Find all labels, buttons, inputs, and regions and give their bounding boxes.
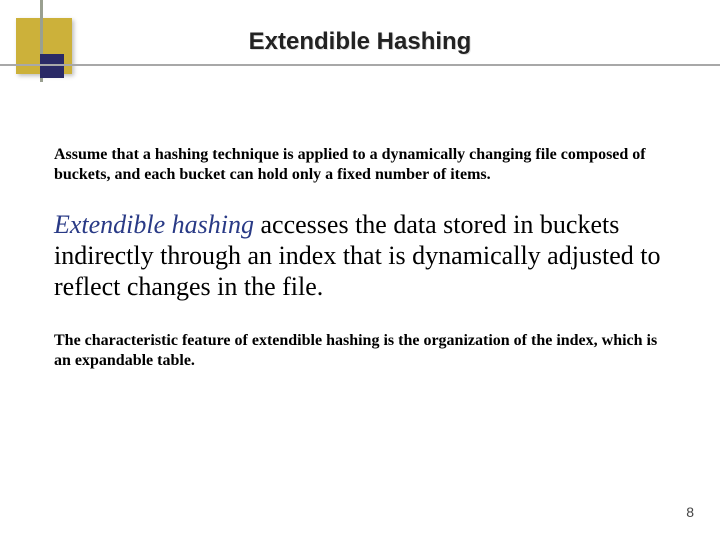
slide-body: Assume that a hashing technique is appli… [54, 145, 666, 395]
navy-square [40, 54, 64, 78]
highlight-term: Extendible hashing [54, 210, 254, 239]
main-paragraph: Extendible hashing accesses the data sto… [54, 209, 666, 303]
intro-paragraph: Assume that a hashing technique is appli… [54, 145, 666, 185]
horizontal-rule [0, 64, 720, 66]
footnote-paragraph: The characteristic feature of extendible… [54, 331, 666, 371]
slide: Extendible Hashing Assume that a hashing… [0, 0, 720, 540]
page-number: 8 [686, 504, 694, 520]
slide-title: Extendible Hashing [0, 28, 720, 56]
